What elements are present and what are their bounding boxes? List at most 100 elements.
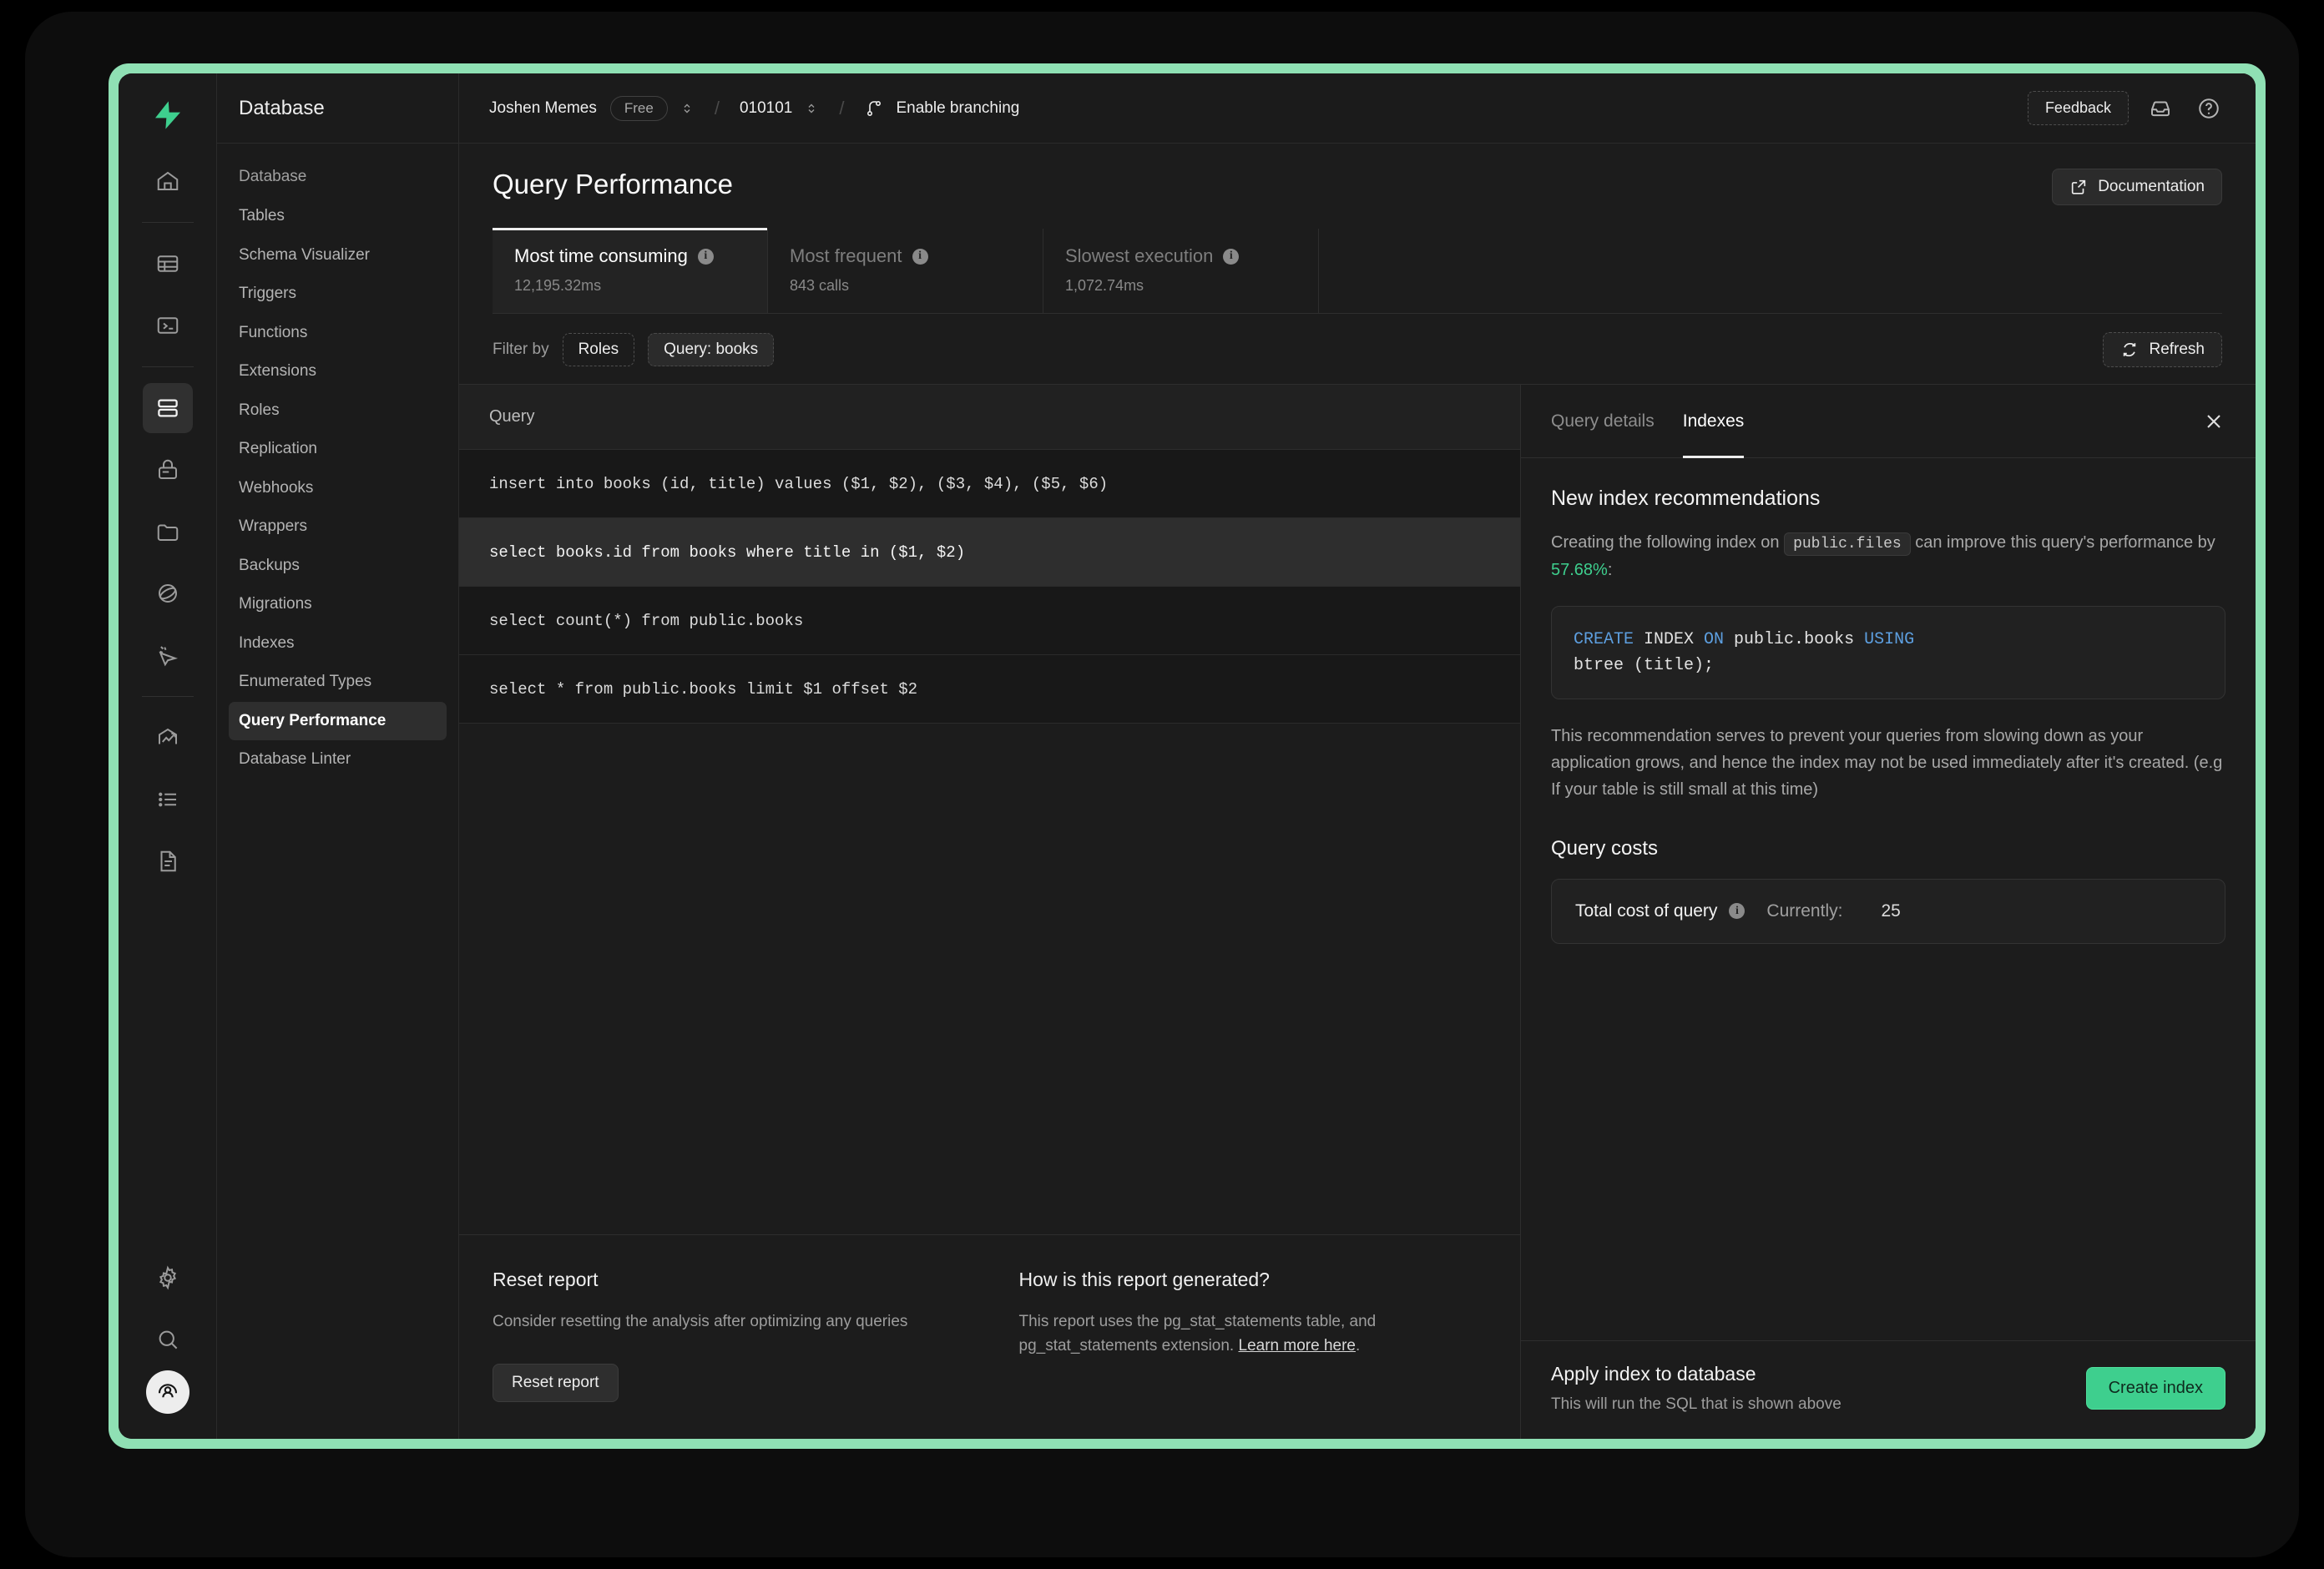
- sidebar-item-backups[interactable]: Backups: [229, 547, 447, 586]
- filter-chip-query[interactable]: Query: books: [648, 333, 774, 366]
- sidebar-item-migrations[interactable]: Migrations: [229, 585, 447, 624]
- sidebar-item-webhooks[interactable]: Webhooks: [229, 469, 447, 508]
- sidebar-item-database-linter[interactable]: Database Linter: [229, 740, 447, 779]
- feedback-button[interactable]: Feedback: [2028, 91, 2129, 125]
- query-costs-heading: Query costs: [1551, 837, 2225, 860]
- index-recommendations-heading: New index recommendations: [1551, 487, 2225, 511]
- close-icon[interactable]: [2202, 410, 2225, 433]
- sidebar-item-api-docs[interactable]: [143, 836, 193, 886]
- tab-indexes[interactable]: Indexes: [1683, 385, 1745, 457]
- tab-value: 843 calls: [790, 277, 1021, 295]
- help-circle-icon[interactable]: [2192, 92, 2225, 125]
- sidebar-item-edge-functions[interactable]: [143, 630, 193, 680]
- sidebar-item-schema-visualizer[interactable]: Schema Visualizer: [229, 236, 447, 275]
- sidebar-item-triggers[interactable]: Triggers: [229, 275, 447, 314]
- sidebar-item-table-editor[interactable]: [143, 239, 193, 289]
- avatar[interactable]: [146, 1370, 189, 1414]
- sidebar-item-functions[interactable]: Functions: [229, 314, 447, 353]
- sidebar-item-enumerated-types[interactable]: Enumerated Types: [229, 663, 447, 702]
- table-row[interactable]: insert into books (id, title) values ($1…: [459, 450, 1520, 518]
- recommendation-note: This recommendation serves to prevent yo…: [1551, 723, 2225, 804]
- sql-text-rest: btree (title);: [1574, 656, 1714, 675]
- topbar-actions: Feedback: [2028, 91, 2225, 125]
- sql-keyword-create: CREATE: [1574, 630, 1634, 649]
- how-generated-text: This report uses the pg_stat_statements …: [1019, 1309, 1488, 1359]
- sidebar-item-realtime[interactable]: [143, 568, 193, 618]
- sidebar-item-settings[interactable]: [143, 1253, 193, 1303]
- currently-label: Currently:: [1766, 901, 1842, 921]
- breadcrumb-organization[interactable]: Joshen Memes: [489, 99, 597, 118]
- query-column-header: Query: [459, 385, 1520, 450]
- reset-report-section: Reset report Consider resetting the anal…: [493, 1269, 961, 1402]
- filter-by-label: Filter by: [493, 341, 549, 359]
- create-index-button[interactable]: Create index: [2086, 1367, 2225, 1410]
- refresh-icon: [2120, 341, 2139, 359]
- sidebar-item-replication[interactable]: Replication: [229, 430, 447, 469]
- rail-divider: [142, 222, 194, 223]
- query-list-column: Query insert into books (id, title) valu…: [459, 385, 1521, 1439]
- info-icon[interactable]: i: [912, 249, 928, 265]
- breadcrumb-project[interactable]: 010101: [740, 99, 792, 118]
- sidebar-item-database[interactable]: [143, 383, 193, 433]
- sidebar-item-wrappers[interactable]: Wrappers: [229, 507, 447, 547]
- desc-part-3: :: [1608, 561, 1613, 579]
- sidebar-item-tables[interactable]: Tables: [229, 197, 447, 236]
- sidebar-item-storage[interactable]: [143, 507, 193, 557]
- metric-tabs: Most time consuming i 12,195.32ms Most f…: [493, 229, 2222, 314]
- breadcrumb-separator: /: [839, 98, 844, 119]
- sidebar-item-sql-editor[interactable]: [143, 300, 193, 351]
- rail-divider: [142, 696, 194, 697]
- sidebar-item-query-performance[interactable]: Query Performance: [229, 702, 447, 741]
- sidebar-item-extensions[interactable]: Extensions: [229, 352, 447, 391]
- plan-badge: Free: [610, 96, 668, 121]
- tab-query-details[interactable]: Query details: [1551, 385, 1655, 457]
- info-icon[interactable]: i: [698, 249, 714, 265]
- improvement-percentage: 57.68%: [1551, 561, 1608, 579]
- table-row[interactable]: select * from public.books limit $1 offs…: [459, 655, 1520, 724]
- sidebar-item-roles[interactable]: Roles: [229, 391, 447, 431]
- tab-slowest-execution[interactable]: Slowest execution i 1,072.74ms: [1043, 229, 1319, 313]
- table-row[interactable]: select books.id from books where title i…: [459, 518, 1520, 587]
- currently-value: 25: [1881, 901, 1900, 921]
- breadcrumb-separator: /: [715, 98, 720, 119]
- sidebar-item-home[interactable]: [143, 156, 193, 206]
- learn-more-link[interactable]: Learn more here: [1239, 1337, 1356, 1355]
- laptop-frame: Database Database Tables Schema Visualiz…: [25, 12, 2299, 1557]
- detail-panel: Query details Indexes New index recommen…: [1521, 385, 2256, 1439]
- refresh-button[interactable]: Refresh: [2103, 332, 2222, 367]
- sidebar-item-indexes[interactable]: Indexes: [229, 624, 447, 663]
- tab-label: Slowest execution: [1065, 245, 1213, 267]
- how-generated-period: .: [1356, 1337, 1360, 1355]
- apply-index-title: Apply index to database: [1551, 1363, 1842, 1385]
- search-icon[interactable]: [143, 1314, 193, 1365]
- sql-text-table: public.books: [1724, 630, 1864, 649]
- tab-most-frequent[interactable]: Most frequent i 843 calls: [768, 229, 1043, 313]
- tab-value: 12,195.32ms: [514, 277, 745, 295]
- sidebar-group-label: Database: [229, 160, 447, 194]
- main-content: Joshen Memes Free / 010101 / Enable bran…: [459, 73, 2256, 1439]
- sidebar-item-reports[interactable]: [143, 713, 193, 763]
- table-row[interactable]: select count(*) from public.books: [459, 587, 1520, 655]
- chevron-updown-icon[interactable]: [680, 101, 695, 116]
- sidebar-nav-list: Database Tables Schema Visualizer Trigge…: [217, 144, 458, 779]
- supabase-logo[interactable]: [144, 92, 191, 139]
- documentation-label: Documentation: [2098, 178, 2205, 196]
- chevron-updown-icon[interactable]: [804, 101, 819, 116]
- documentation-button[interactable]: Documentation: [2052, 169, 2222, 205]
- apply-index-footer: Apply index to database This will run th…: [1521, 1340, 2256, 1439]
- sidebar-title: Database: [217, 73, 458, 144]
- sidebar-item-authentication[interactable]: [143, 445, 193, 495]
- reset-report-button[interactable]: Reset report: [493, 1364, 619, 1402]
- rail-divider: [142, 366, 194, 367]
- content-split: Query insert into books (id, title) valu…: [459, 384, 2256, 1439]
- external-link-icon: [2069, 178, 2088, 196]
- filter-chip-roles[interactable]: Roles: [563, 333, 635, 366]
- tab-most-time-consuming[interactable]: Most time consuming i 12,195.32ms: [493, 229, 768, 313]
- info-icon[interactable]: i: [1223, 249, 1239, 265]
- git-branch-icon: [864, 98, 884, 119]
- sidebar-item-logs[interactable]: [143, 774, 193, 825]
- enable-branching-button[interactable]: Enable branching: [864, 98, 1019, 119]
- inbox-icon[interactable]: [2144, 92, 2177, 125]
- info-icon[interactable]: i: [1729, 903, 1745, 919]
- query-cost-card: Total cost of query i Currently: 25: [1551, 879, 2225, 944]
